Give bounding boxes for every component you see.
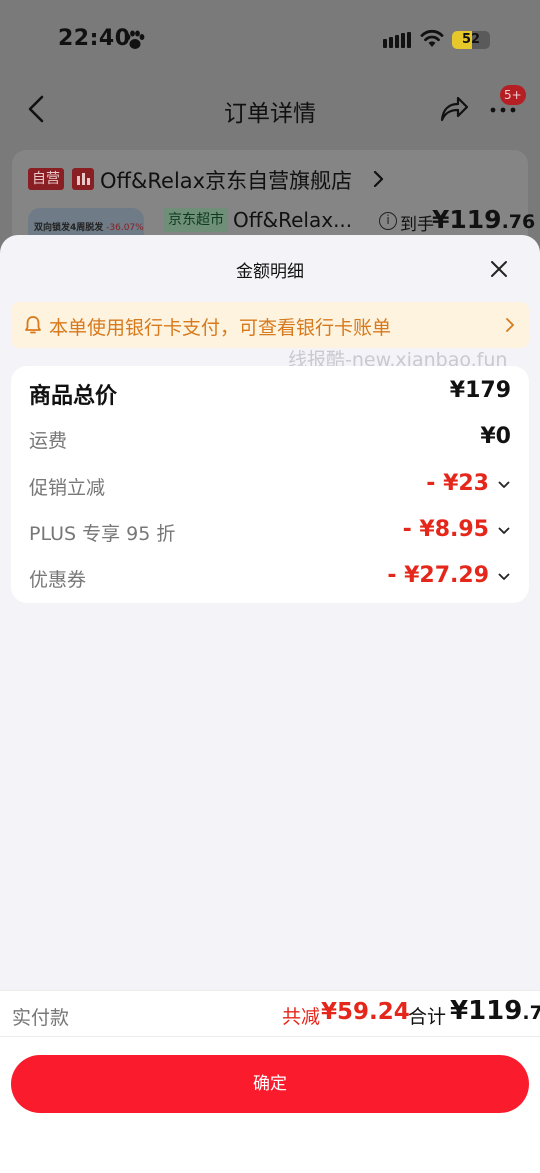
row-value: - ¥23 [426, 471, 489, 496]
sum-value: ¥119.76 [450, 996, 540, 1026]
amount-detail-sheet: 金额明细 本单使用银行卡支付，可查看银行卡账单 线报酷-new.xianbao.… [0, 235, 540, 1173]
row-coupon[interactable]: 优惠券 - ¥27.29 [11, 559, 529, 599]
store-logo [72, 168, 94, 190]
paid-label: 实付款 [12, 1007, 70, 1029]
row-label: PLUS 专享 95 折 [29, 523, 176, 545]
row-label: 促销立减 [29, 477, 106, 499]
chevron-right-icon [373, 170, 384, 188]
more-icon[interactable] [490, 106, 518, 114]
confirm-button[interactable]: 确定 [11, 1055, 529, 1113]
row-label: 运费 [29, 430, 68, 452]
shop-name[interactable]: Off&Relax京东自营旗舰店 [100, 165, 352, 195]
arrival-price: ¥119.76 [432, 205, 536, 234]
arrival-label: 到手 [400, 215, 434, 235]
paw-icon [125, 30, 145, 49]
battery-indicator: 52 [452, 31, 490, 49]
payment-summary-bar: 实付款 共减 ¥59.24 合计 ¥119.76 [0, 990, 540, 1037]
row-promotion[interactable]: 促销立减 - ¥23 [11, 467, 529, 507]
status-time: 22:40 [58, 26, 131, 51]
chevron-right-icon [506, 318, 514, 332]
supermarket-tag: 京东超市 [164, 208, 228, 232]
bell-icon [25, 316, 41, 334]
row-value: - ¥8.95 [402, 517, 489, 542]
bank-card-notice[interactable]: 本单使用银行卡支付，可查看银行卡账单 [11, 302, 529, 348]
total-saved-value: ¥59.24 [321, 999, 410, 1025]
total-saved-label: 共减 [282, 1006, 321, 1028]
sum-label: 合计 [408, 1006, 447, 1028]
close-icon[interactable] [489, 259, 509, 279]
confirm-area: 确定 [0, 1037, 540, 1173]
row-shipping: 运费 ¥0 [11, 420, 529, 460]
signal-icon [383, 32, 411, 48]
info-icon[interactable]: i [379, 212, 397, 230]
notification-badge: 5+ [500, 85, 526, 105]
chevron-down-icon[interactable] [498, 481, 510, 489]
row-label: 商品总价 [29, 384, 118, 409]
row-value: ¥179 [449, 378, 511, 403]
chevron-down-icon[interactable] [498, 527, 510, 535]
wifi-icon [420, 29, 444, 47]
status-bar: 22:40 52 [0, 0, 540, 80]
self-operated-badge: 自营 [28, 168, 64, 190]
amount-detail-card: 商品总价 ¥179 运费 ¥0 促销立减 - ¥23 PLUS 专享 95 折 … [11, 366, 529, 603]
row-plus-discount[interactable]: PLUS 专享 95 折 - ¥8.95 [11, 513, 529, 553]
order-detail-page: 22:40 52 订单详情 5+ 自营 Off&Relax京东自营旗舰店 双向锁… [0, 0, 540, 260]
row-goods-total: 商品总价 ¥179 [11, 374, 529, 414]
chevron-down-icon[interactable] [498, 573, 510, 581]
nav-bar: 订单详情 5+ [0, 80, 540, 140]
row-value: ¥0 [480, 424, 511, 449]
thumb-caption: 双向锁发4周脱发 -36.07% [34, 223, 144, 233]
row-value: - ¥27.29 [387, 563, 489, 588]
notice-text: 本单使用银行卡支付，可查看银行卡账单 [49, 317, 392, 339]
product-name[interactable]: Off&Relax... [233, 208, 352, 232]
row-label: 优惠券 [29, 569, 87, 591]
share-icon[interactable] [438, 94, 470, 124]
sheet-title: 金额明细 [236, 262, 304, 282]
battery-level: 52 [461, 32, 481, 47]
